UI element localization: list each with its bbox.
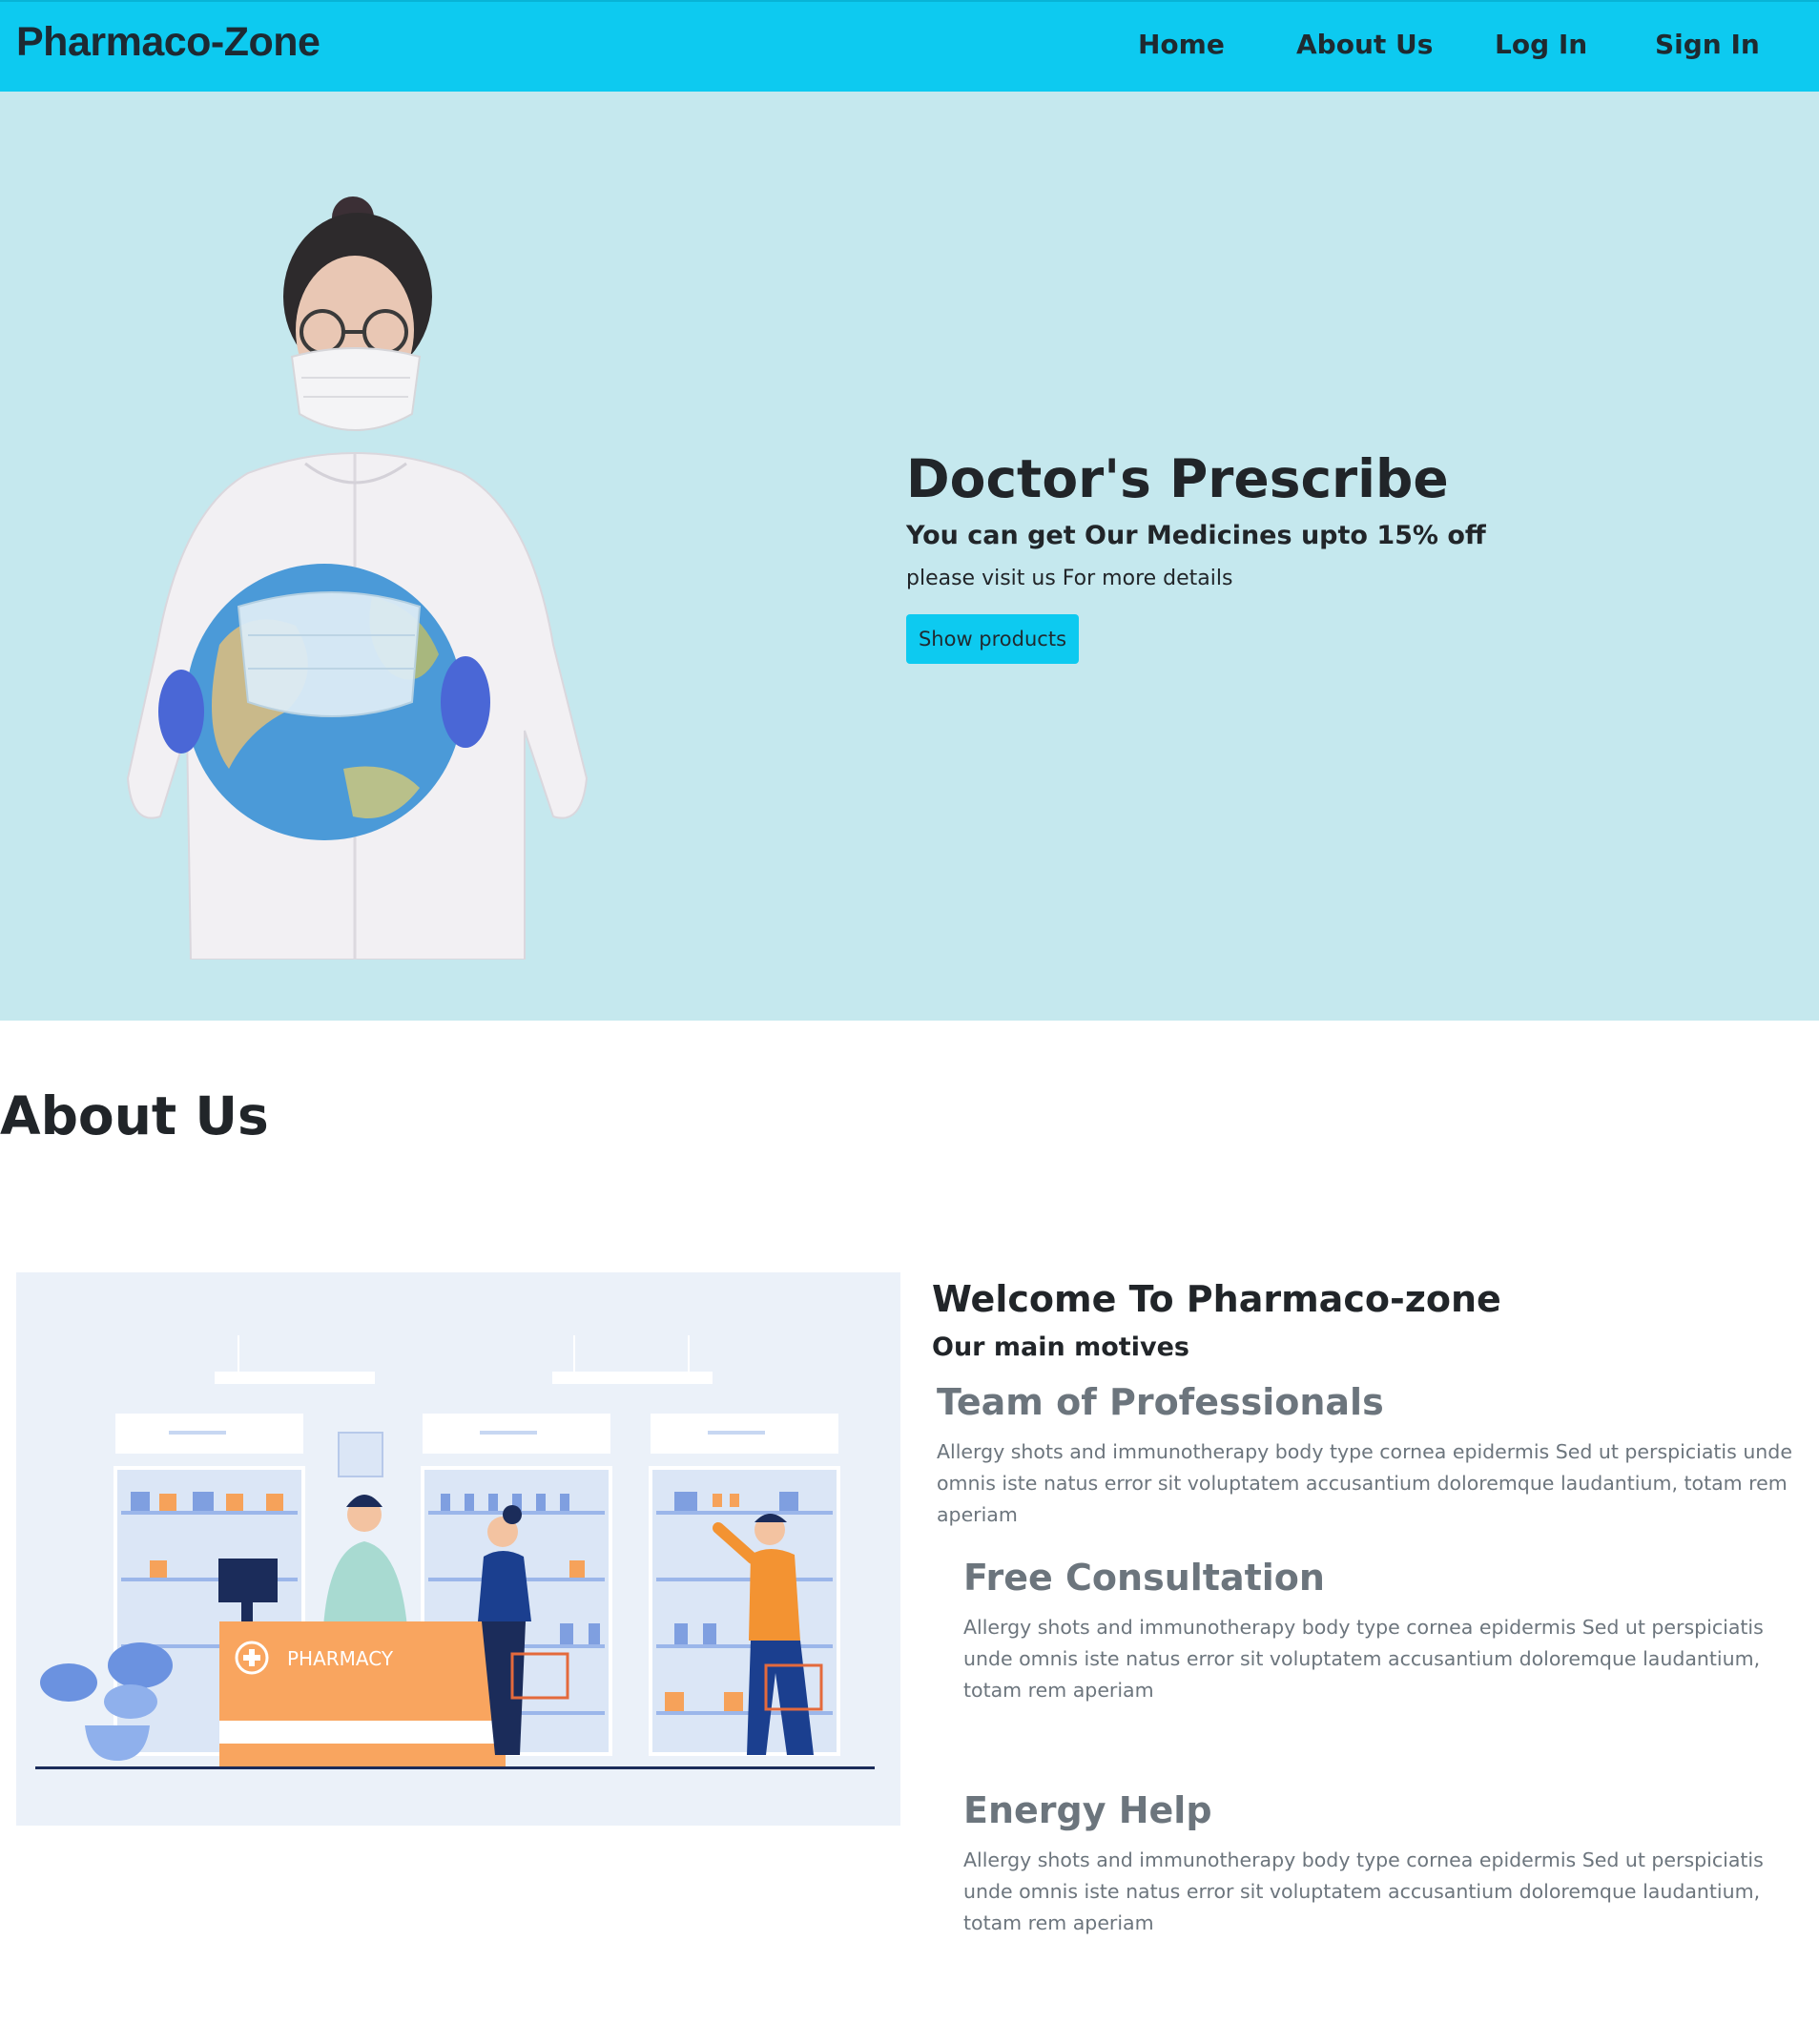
nav-home-link[interactable]: Home [1138,29,1225,60]
feature-text: Allergy shots and immunotherapy body typ… [963,1616,1764,1702]
pharmacy-sign-text: PHARMACY [287,1647,394,1670]
motives-subtitle: Our main motives [932,1332,1189,1362]
brand-logo[interactable]: Pharmaco-Zone [16,19,320,66]
feature-free-consultation: Free Consultation Allergy shots and immu… [963,1557,1803,1706]
hero-section: Doctor's Prescribe You can get Our Medic… [0,92,1819,1021]
feature-text: Allergy shots and immunotherapy body typ… [937,1440,1792,1526]
feature-energy-help: Energy Help Allergy shots and immunother… [963,1789,1803,1939]
feature-title: Free Consultation [963,1557,1325,1599]
feature-text: Allergy shots and immunotherapy body typ… [963,1848,1764,1934]
pharmacy-illustration-image: PHARMACY [16,1272,900,1826]
nav-signin-link[interactable]: Sign In [1655,29,1760,60]
hero-subtitle: You can get Our Medicines upto 15% off [906,521,1486,550]
nav-about-link[interactable]: About Us [1296,29,1433,60]
feature-title: Energy Help [963,1789,1212,1831]
nav-login-link[interactable]: Log In [1495,29,1587,60]
hero-text: please visit us For more details [906,567,1233,590]
navbar: Pharmaco-Zone Home About Us Log In Sign … [0,0,1819,92]
show-products-button[interactable]: Show products [906,614,1079,664]
doctor-with-globe-image [126,196,589,960]
about-heading: About Us [0,1085,269,1146]
feature-title: Team of Professionals [937,1381,1384,1423]
feature-team-of-professionals: Team of Professionals Allergy shots and … [937,1381,1814,1531]
hero-title: Doctor's Prescribe [906,448,1449,509]
welcome-title: Welcome To Pharmaco-zone [932,1278,1501,1320]
